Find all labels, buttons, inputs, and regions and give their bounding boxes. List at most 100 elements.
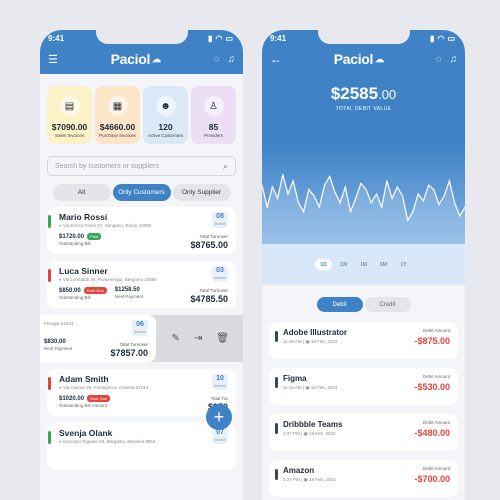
range-selector: 1D 1W 1M 6M 1Y: [262, 244, 465, 285]
tile-providers[interactable]: ♙ 85 Providers: [191, 86, 236, 144]
location-pin-icon: ⌖: [59, 439, 62, 444]
tab-only-supplier[interactable]: Only Supplier: [172, 184, 231, 201]
list-item[interactable]: Adobe Illustrator 11:15 AM | ▣ 18 Feb, 2…: [269, 322, 458, 359]
calendar-icon: ▣: [303, 477, 308, 482]
chart-point: [422, 200, 424, 202]
tile-purchase-invoices[interactable]: ▦ $4660.00 Purchase Invoices: [95, 86, 140, 144]
location-pin-icon: ⌖: [59, 223, 62, 228]
tile-sales-invoices[interactable]: ▤ $7090.00 Sales Invoices: [47, 86, 92, 144]
status-badge: Over Due: [83, 287, 107, 294]
summary-tiles: ▤ $7090.00 Sales Invoices ▦ $4660.00 Purchas…: [40, 74, 243, 152]
app-header: ☰ Paciol ☁ ◌ ♫: [40, 44, 243, 74]
status-badge: Paid: [87, 233, 102, 240]
chart-point: [329, 175, 331, 177]
date-label: Invoice: [134, 330, 146, 334]
list-item[interactable]: Dribbble Teams 2:37 PM | ▣ 18 Feb, 2023 …: [269, 414, 458, 451]
list-item[interactable]: Amazon 2:37 PM | ▣ 18 Feb, 2023 Debit Am…: [269, 460, 458, 497]
tab-debit[interactable]: Debit: [316, 297, 363, 312]
range-1d[interactable]: 1D: [315, 259, 332, 270]
invoice-date-badge: 06 Invoice: [132, 320, 148, 336]
chart-point: [308, 189, 310, 191]
item-indicator: [275, 377, 278, 388]
invoice-date-badge: 03 Invoice: [212, 266, 228, 282]
chart-area-fill: [262, 174, 465, 244]
tile-value: 85: [208, 122, 219, 132]
date-label: Invoice: [214, 222, 226, 226]
chart-point: [318, 206, 320, 208]
tab-only-customers[interactable]: Only Customers: [112, 184, 171, 201]
range-1m[interactable]: 1M: [355, 259, 372, 270]
chat-icon[interactable]: ◌: [214, 54, 220, 65]
status-indicator: [48, 377, 51, 390]
debit-amount: $2585: [330, 84, 379, 103]
chart-point: [271, 186, 274, 188]
add-button[interactable]: +: [206, 404, 232, 430]
app-logo-text: Paciol: [333, 51, 374, 67]
range-6m[interactable]: 6M: [375, 259, 392, 270]
tile-active-customers[interactable]: ☻ 120 Active Customers: [143, 86, 188, 144]
chart-point: [297, 202, 300, 204]
transaction-date: 18 Feb, 2023: [310, 339, 338, 344]
app-logo: Paciol ☁: [334, 51, 384, 67]
back-arrow-icon[interactable]: ←: [270, 52, 282, 66]
wifi-icon: ◠: [215, 34, 223, 43]
trash-icon[interactable]: 🗑: [216, 333, 229, 344]
bill-amount: $1020.00: [59, 395, 85, 402]
list-item[interactable]: Svenja Olank ⌖ Giacomo Gigante 58, Berga…: [47, 423, 236, 470]
turnover-value: $7857.00: [110, 348, 148, 358]
chart-point: [433, 189, 435, 191]
tile-value: 120: [158, 122, 173, 132]
address-text: Via Enrico Fermi 67, Sangano, Torino 100…: [62, 223, 152, 228]
debit-summary: $2585.00 TOTAL DEBIT VALUE: [262, 74, 465, 144]
chart-point: [375, 193, 378, 195]
chart-point: [339, 202, 341, 204]
date-day: 08: [216, 213, 224, 220]
turnover-label: Total Turnover: [199, 288, 228, 293]
range-1y[interactable]: 1Y: [395, 259, 412, 270]
phone-notch: [317, 30, 410, 44]
invoice-icon: ▤: [59, 96, 80, 116]
list-item[interactable]: Mario Rossi ⌖ Via Enrico Fermi 67, Sanga…: [47, 207, 236, 254]
customer-address: ⌖ Giacomo Gigante 58, Bergamo, Messina 9…: [59, 439, 228, 444]
amount-label: Debit Amount: [422, 420, 450, 425]
battery-icon: ▭: [225, 34, 233, 43]
chart-point: [381, 206, 383, 208]
search-input[interactable]: Search by customers or suppliers ⌕: [47, 156, 236, 176]
calendar-icon: ▣: [305, 339, 310, 344]
debit-screen: 9:41 ▮ ◠ ▭ ← Paciol ☁ ◌ ♫ $2585.00 TOTAL DEB…: [262, 30, 465, 500]
range-1w[interactable]: 1W: [335, 259, 352, 270]
turnover-label: Total Turnover: [119, 342, 148, 347]
bill-label: Outstanding Bill Amount: [59, 403, 108, 408]
customer-name: Luca Sinner: [59, 266, 108, 276]
customer-list: Mario Rossi ⌖ Via Enrico Fermi 67, Sanga…: [40, 207, 243, 470]
chart-point: [453, 202, 456, 204]
export-icon[interactable]: ⇥: [194, 333, 202, 344]
list-item[interactable]: Perugia 61033 $830.00 Next Payment 06 Inv…: [40, 315, 156, 362]
transaction-time: 2:37 PM: [283, 431, 300, 436]
date-label: Invoice: [214, 438, 226, 442]
bill-amount: $850.00: [59, 287, 81, 294]
debit-line-chart: [262, 144, 465, 244]
tab-all[interactable]: All: [52, 184, 111, 201]
chart-point: [401, 195, 404, 197]
chart-point: [292, 180, 294, 182]
phone-notch: [95, 30, 188, 44]
signal-icon: ▮: [430, 34, 435, 43]
chart-point: [334, 191, 336, 193]
bell-icon[interactable]: ♫: [449, 54, 457, 65]
bell-icon[interactable]: ♫: [227, 54, 235, 65]
turnover-value: $8765.00: [190, 240, 228, 250]
list-item[interactable]: Figma 11:15 AM | ▣ 18 Feb, 2023 Debit Am…: [269, 368, 458, 405]
chat-icon[interactable]: ◌: [436, 54, 442, 65]
list-item[interactable]: Luca Sinner ⌖ Via Lombardi 38, Pumenengo…: [47, 261, 236, 308]
swiped-list-item[interactable]: ✎ ⇥ 🗑 Perugia 61033 $830.00 Next Payment…: [40, 315, 243, 362]
menu-icon[interactable]: ☰: [48, 53, 58, 66]
edit-icon[interactable]: ✎: [172, 333, 180, 344]
turnover-label: Total Tur: [210, 396, 228, 401]
address-text: Giacomo Gigante 58, Bergamo, Messina 986…: [62, 439, 156, 444]
tab-credit[interactable]: Credit: [364, 297, 411, 312]
wifi-icon: ◠: [437, 34, 445, 43]
debit-label: TOTAL DEBIT VALUE: [335, 106, 392, 112]
amount-label: Debit Amount: [422, 466, 450, 471]
chart-point: [365, 189, 367, 191]
